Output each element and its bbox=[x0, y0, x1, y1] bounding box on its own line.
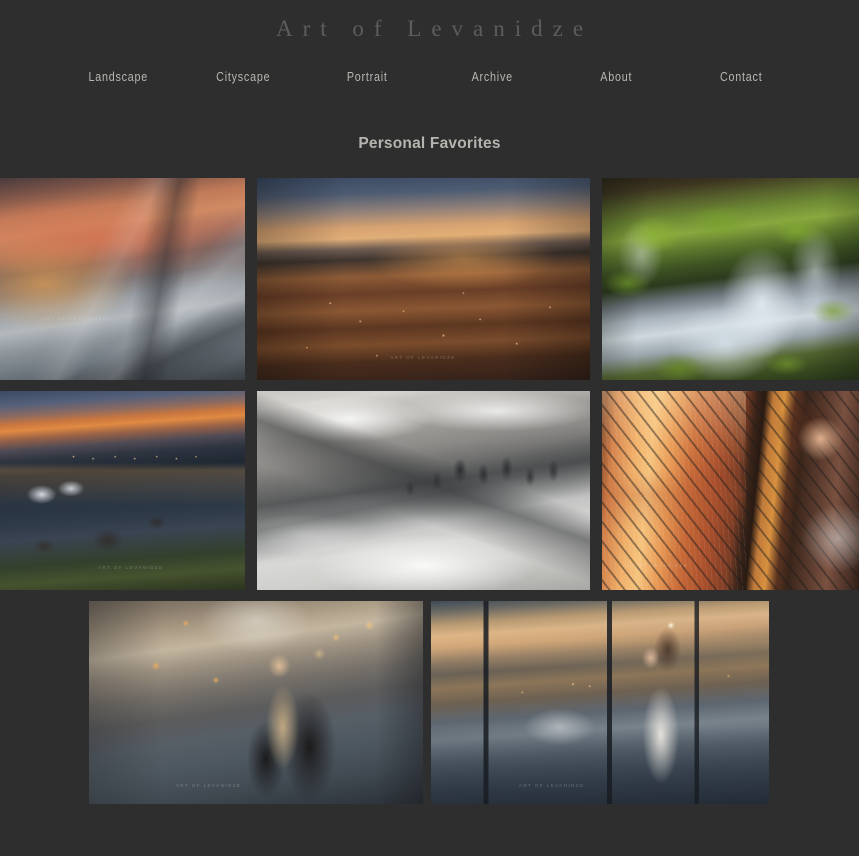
photo-street-bokeh-portrait bbox=[89, 601, 423, 804]
gallery-row: Art of Levanidze Art of Levanidze Art of… bbox=[0, 391, 859, 590]
nav-item-contact[interactable]: Contact bbox=[687, 68, 794, 86]
nav-item-about[interactable]: About bbox=[563, 68, 670, 86]
gallery-tile-rooftop-terrace-portrait[interactable]: Art of Levanidze bbox=[431, 601, 769, 804]
photo-old-town-fortress-dusk bbox=[257, 178, 590, 380]
gallery-row: Art of Levanidze Art of Levanidze bbox=[0, 601, 859, 804]
section-heading: Personal Favorites bbox=[358, 135, 501, 152]
nav-item-cityscape[interactable]: Cityscape bbox=[189, 68, 296, 86]
page-root: Art of Levanidze Landscape Cityscape Por… bbox=[0, 0, 859, 856]
gallery-tile-foggy-forest-ridge[interactable]: Art of Levanidze bbox=[257, 391, 590, 590]
nav-item-landscape[interactable]: Landscape bbox=[65, 68, 172, 86]
gallery-row: Art of Levanidze Art of Levanidze bbox=[0, 178, 859, 380]
site-title: Art of Levanidze bbox=[275, 16, 594, 41]
photo-foggy-forest-ridge bbox=[257, 391, 590, 590]
photo-rooftop-terrace-portrait bbox=[431, 601, 769, 804]
photo-mossy-waterfall bbox=[602, 178, 859, 380]
gallery-tile-swans-waterfront-dusk[interactable]: Art of Levanidze bbox=[0, 391, 245, 590]
nav-item-portrait[interactable]: Portrait bbox=[314, 68, 421, 86]
gallery-tile-old-town-fortress-dusk[interactable]: Art of Levanidze bbox=[257, 178, 590, 380]
photo-rainy-window-portrait bbox=[602, 391, 859, 590]
gallery-tile-alpine-sunset-ridge[interactable]: Art of Levanidze bbox=[0, 178, 245, 380]
nav-item-archive[interactable]: Archive bbox=[438, 68, 545, 86]
photo-swans-waterfront-dusk bbox=[0, 391, 245, 590]
gallery-tile-rainy-window-portrait[interactable]: Art of Levanidze bbox=[602, 391, 859, 590]
gallery-tile-street-bokeh-portrait[interactable]: Art of Levanidze bbox=[89, 601, 423, 804]
main-navigation: Landscape Cityscape Portrait Archive Abo… bbox=[0, 68, 859, 86]
gallery-tile-mossy-waterfall[interactable] bbox=[602, 178, 859, 380]
site-header: Art of Levanidze Landscape Cityscape Por… bbox=[0, 0, 859, 86]
photo-alpine-sunset-ridge bbox=[0, 178, 245, 380]
photo-gallery: Art of Levanidze Art of Levanidze Art of… bbox=[0, 178, 859, 804]
